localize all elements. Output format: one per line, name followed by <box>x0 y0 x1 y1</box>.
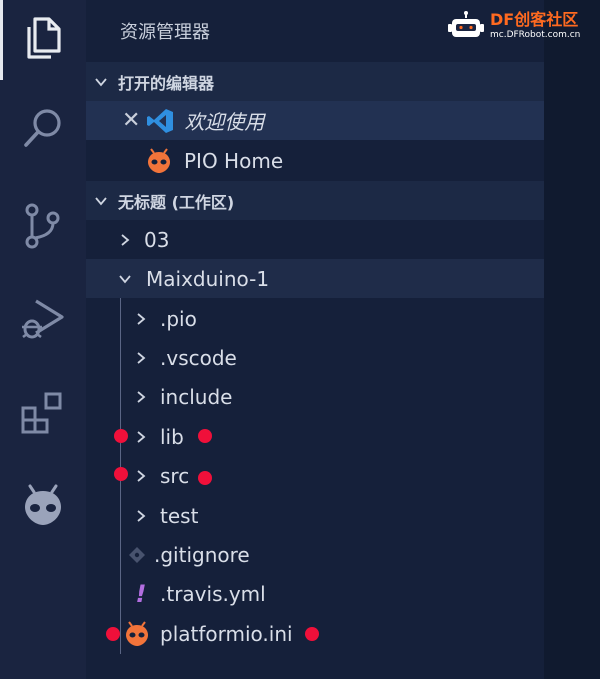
chevron-right-icon <box>132 310 150 328</box>
source-control-activity[interactable] <box>0 188 86 268</box>
tree-folder-include[interactable]: include <box>86 377 544 416</box>
explorer-sidebar: 资源管理器 打开的编辑器 ✕ 欢迎使用 PIO Home 无标题 (工作区) 0… <box>86 0 544 679</box>
exclamation-icon: ! <box>135 579 147 608</box>
files-icon <box>21 15 65 65</box>
chevron-right-icon <box>132 467 150 485</box>
chevron-right-icon <box>132 507 150 525</box>
open-editor-label: PIO Home <box>184 148 284 173</box>
annotation-dot <box>114 429 128 443</box>
explorer-activity[interactable] <box>0 0 86 80</box>
workspace-label: 无标题 (工作区) <box>118 192 235 212</box>
open-editors-section-header[interactable]: 打开的编辑器 <box>86 62 544 101</box>
watermark-url: mc.DFRobot.com.cn <box>490 30 581 40</box>
chevron-down-icon <box>92 192 110 210</box>
robot-logo-icon <box>448 11 484 41</box>
editor-area <box>544 0 600 679</box>
run-debug-activity[interactable] <box>0 280 86 360</box>
tree-label: lib <box>160 424 184 449</box>
tree-label: .travis.yml <box>160 581 266 606</box>
annotation-dot <box>198 429 212 443</box>
extensions-activity[interactable] <box>0 374 86 454</box>
tree-label: Maixduino-1 <box>146 266 270 291</box>
tree-folder-src[interactable]: src <box>86 456 544 495</box>
tree-label: platformio.ini <box>160 621 293 646</box>
tree-folder-pio[interactable]: .pio <box>86 299 544 338</box>
extensions-icon <box>19 388 67 440</box>
platformio-alien-icon <box>21 483 65 533</box>
watermark-brand: DF创客社区 <box>490 10 579 29</box>
tree-label: src <box>160 463 190 488</box>
tree-file-travis[interactable]: ! .travis.yml <box>86 574 544 613</box>
open-editor-label: 欢迎使用 <box>184 110 265 134</box>
source-control-icon <box>21 201 65 255</box>
explorer-title: 资源管理器 <box>120 22 210 43</box>
close-icon[interactable]: ✕ <box>122 108 140 133</box>
search-icon <box>20 105 66 155</box>
open-editors-label: 打开的编辑器 <box>118 73 215 93</box>
open-editor-item-welcome[interactable]: ✕ 欢迎使用 <box>86 101 544 140</box>
vscode-logo-icon <box>146 107 174 135</box>
tree-folder-lib[interactable]: lib <box>86 417 544 456</box>
tree-folder-vscode[interactable]: .vscode <box>86 338 544 377</box>
workspace-section-header[interactable]: 无标题 (工作区) <box>86 181 544 220</box>
tree-folder-03[interactable]: 03 <box>86 220 544 259</box>
platformio-activity[interactable] <box>0 468 86 548</box>
chevron-right-icon <box>116 231 134 249</box>
chevron-right-icon <box>132 349 150 367</box>
search-activity[interactable] <box>0 90 86 170</box>
git-diamond-icon <box>128 546 146 564</box>
run-debug-icon <box>18 293 68 347</box>
platformio-file-icon <box>124 620 150 647</box>
tree-label: .gitignore <box>154 542 250 567</box>
tree-label: .vscode <box>160 345 237 370</box>
activity-bar <box>0 0 86 679</box>
tree-label: test <box>160 503 199 528</box>
tree-label: include <box>160 384 233 409</box>
open-editor-item-pio-home[interactable]: PIO Home <box>86 141 544 180</box>
annotation-dot <box>114 467 128 481</box>
dfrobot-watermark: DF创客社区 mc.DFRobot.com.cn <box>448 6 588 46</box>
annotation-dot <box>106 627 120 641</box>
chevron-right-icon <box>132 388 150 406</box>
tree-label: 03 <box>144 227 170 252</box>
annotation-dot <box>305 627 319 641</box>
tree-folder-test[interactable]: test <box>86 496 544 535</box>
chevron-down-icon <box>116 270 134 288</box>
chevron-down-icon <box>92 73 110 91</box>
platformio-file-icon <box>146 147 172 174</box>
annotation-dot <box>198 471 212 485</box>
tree-label: .pio <box>160 306 197 331</box>
tree-folder-maixduino-1[interactable]: Maixduino-1 <box>86 259 544 298</box>
chevron-right-icon <box>132 428 150 446</box>
tree-file-gitignore[interactable]: .gitignore <box>86 535 544 574</box>
